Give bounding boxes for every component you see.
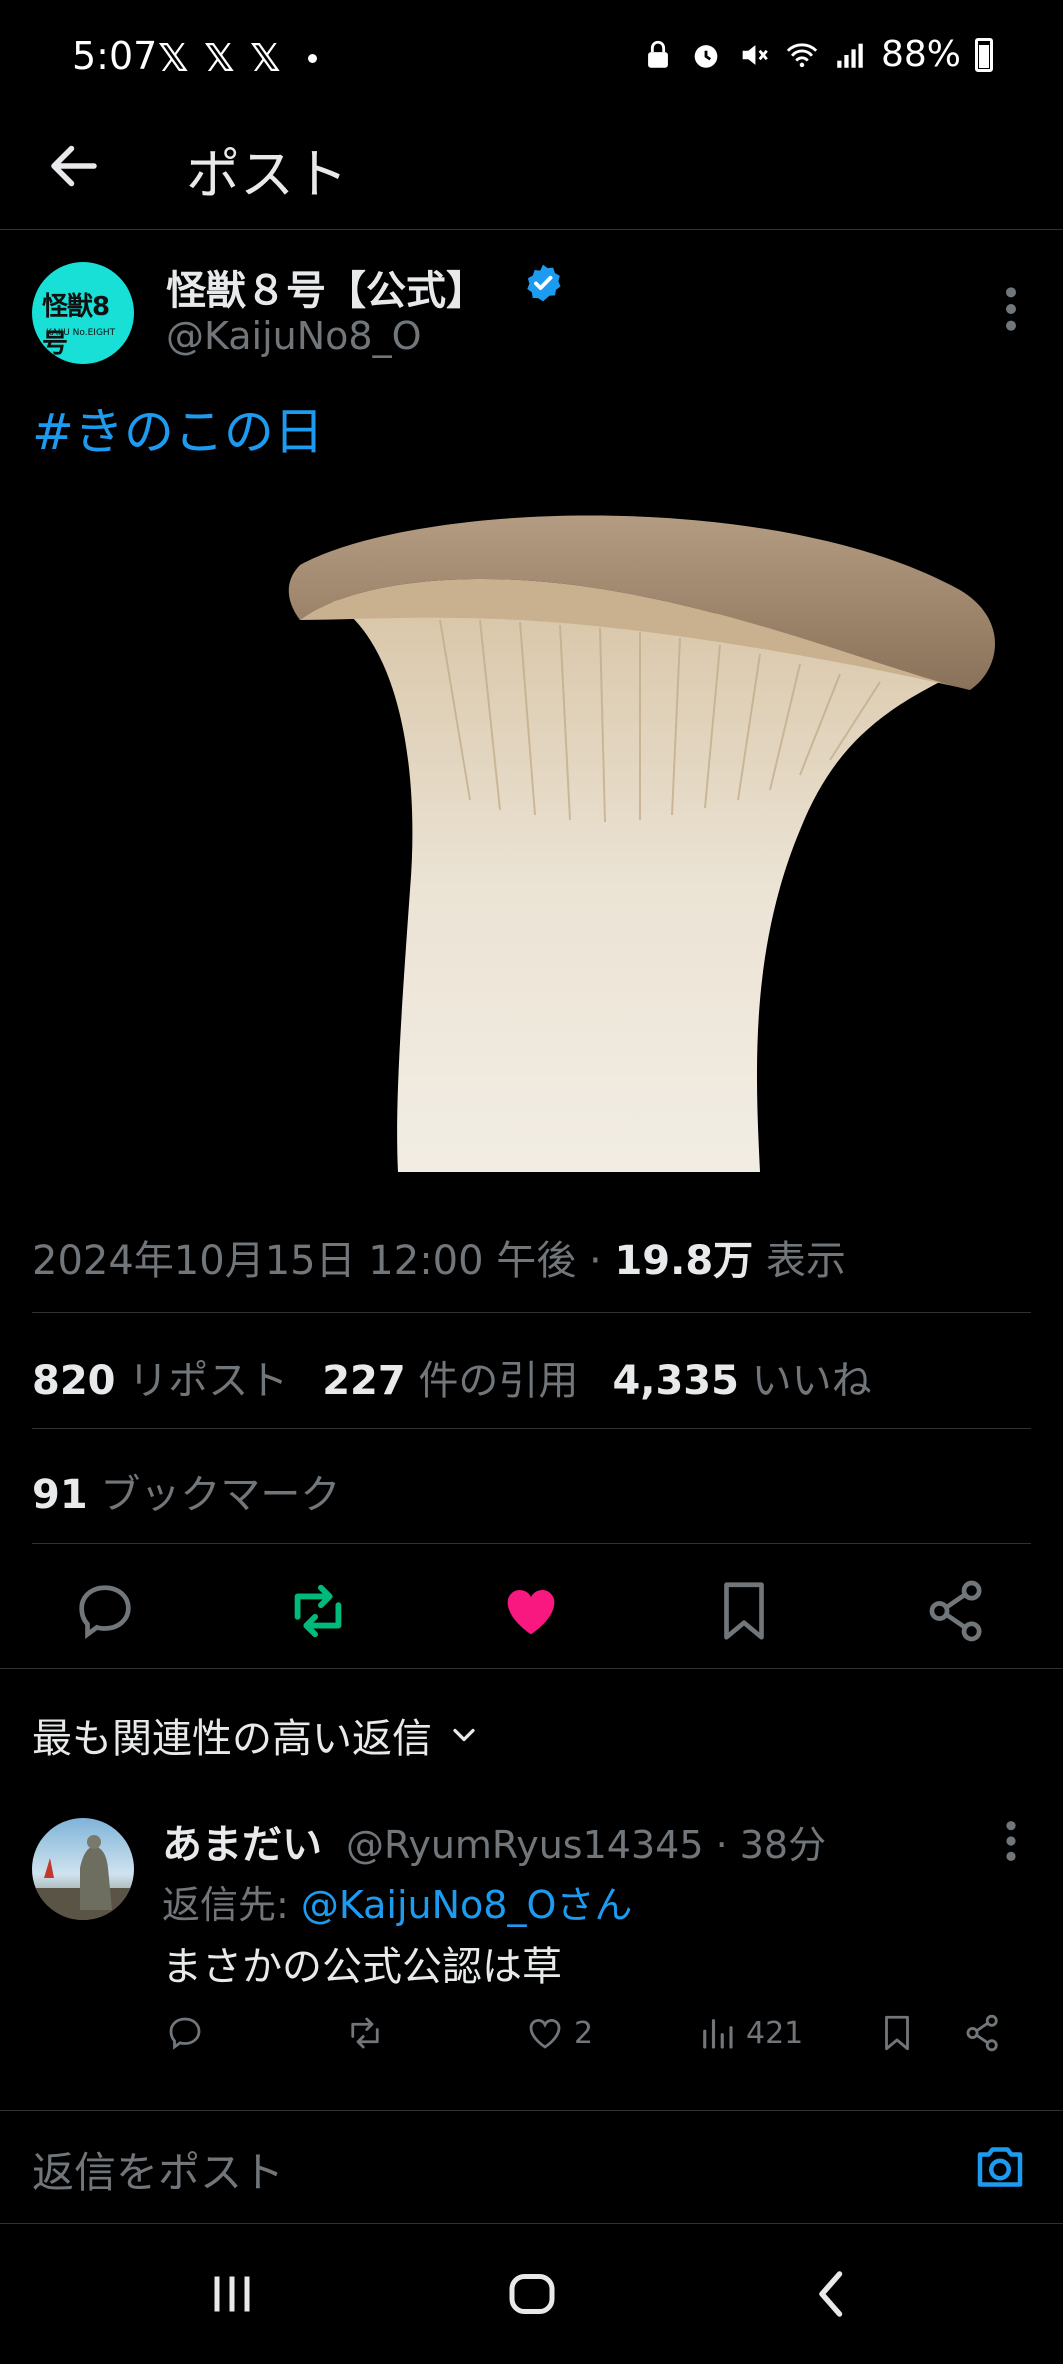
views-label: 表示 [753,1238,846,1284]
share-icon [966,2014,998,2052]
more-options-icon[interactable] [996,1818,1026,1864]
more-options-icon[interactable] [996,284,1026,334]
reply-to-prefix: 返信先: [162,1883,301,1927]
reply-composer[interactable]: 返信をポスト [0,2110,1063,2224]
reply-sort-label: 最も関連性の高い返信 [32,1716,432,1762]
reply-action-bar: 2 421 [0,2012,1063,2072]
verified-badge-icon [527,264,561,302]
x-notification-icon: 𝕏 [250,36,281,80]
divider [32,1312,1031,1313]
reply-icon[interactable] [70,1576,140,1646]
post-hashtag[interactable]: #きのこの日 [32,392,324,464]
mute-icon [742,44,768,65]
bookmarks-stat[interactable]: 91 ブックマーク [32,1462,340,1520]
post-action-bar [0,1560,1063,1670]
battery-percent: 88% [880,34,961,75]
reply-share-button[interactable] [962,2012,1004,2054]
x-notification-icon: 𝕏 [204,36,235,80]
reply-text: まさかの公式公認は草 [162,1944,562,1990]
more-notifications-dot-icon [308,54,317,63]
avatar-logo-text: 怪獣8号 [42,292,110,359]
reply-view-count: 421 [746,2015,804,2051]
wifi-icon [786,42,818,67]
reply-like-count: 2 [574,2015,594,2051]
reply-views-button[interactable]: 421 [696,2012,803,2054]
system-back-icon[interactable] [802,2264,862,2324]
reply-author-name[interactable]: あまだい [162,1812,322,1870]
divider [0,1668,1063,1669]
reply-avatar[interactable] [32,1818,134,1920]
reply-reply-button[interactable] [164,2012,206,2054]
views-chart-icon [703,2019,733,2049]
status-time: 5:07 [72,34,158,78]
signal-icon [837,43,863,68]
system-navigation-bar [0,2226,1063,2364]
reply-to-link[interactable]: @KaijuNo8_Oさん [301,1883,633,1927]
repost-icon [351,2017,379,2049]
lock-icon [648,40,668,68]
divider [32,1428,1031,1429]
heart-icon [529,2019,561,2049]
reply-to-line: 返信先: @KaijuNo8_Oさん [162,1874,632,1929]
repost-icon[interactable] [283,1576,353,1646]
battery-icon [975,37,993,72]
post-image[interactable] [0,470,1063,1172]
status-right: 88% [641,34,993,75]
x-notification-icon: 𝕏 [158,36,189,80]
likes-stat[interactable]: 4,335 いいね [612,1348,871,1406]
back-arrow-icon[interactable] [44,136,104,196]
reply-like-button[interactable]: 2 [524,2012,593,2054]
post-datetime: 2024年10月15日 12:00 午後 · [32,1238,615,1284]
like-filled-icon[interactable] [496,1576,566,1646]
bookmark-icon [885,2015,909,2051]
recent-apps-icon[interactable] [202,2264,262,2324]
reply-icon [169,2017,201,2050]
home-icon[interactable] [502,2264,562,2324]
camera-icon[interactable] [970,2137,1030,2197]
reply-author-handle-time[interactable]: @RyumRyus14345 · 38分 [346,1814,826,1869]
share-icon[interactable] [922,1576,992,1646]
reply-input-placeholder[interactable]: 返信をポスト [32,2139,284,2200]
reply-bookmark-button[interactable] [876,2012,918,2054]
divider [32,1543,1031,1544]
author-avatar[interactable]: 怪獣8号 KAIJU No.EIGHT [32,262,134,364]
author-handle[interactable]: @KaijuNo8_O [166,314,422,358]
top-app-bar: ポスト [0,118,1063,230]
bookmark-icon[interactable] [709,1576,779,1646]
status-bar: 5:07 𝕏 𝕏 𝕏 88% [0,0,1063,118]
alarm-icon [694,44,718,68]
post-timestamp-views: 2024年10月15日 12:00 午後 · 19.8万 表示 [32,1228,846,1286]
post-stats: 820 リポスト 227 件の引用 4,335 いいね [32,1348,906,1406]
chevron-down-icon [453,1728,475,1742]
avatar-logo-subtext: KAIJU No.EIGHT [46,328,116,338]
reply-avatar-image [32,1835,134,1920]
reply-repost-button[interactable] [344,2012,386,2054]
reply-sort-dropdown[interactable]: 最も関連性の高い返信 [32,1706,482,1764]
reposts-stat[interactable]: 820 リポスト [32,1348,288,1406]
quotes-stat[interactable]: 227 件の引用 [322,1348,578,1406]
views-count: 19.8万 [614,1238,754,1284]
page-title: ポスト [186,143,348,206]
author-name[interactable]: 怪獣８号【公式】 [166,258,486,316]
mushroom-photo [288,515,995,1172]
